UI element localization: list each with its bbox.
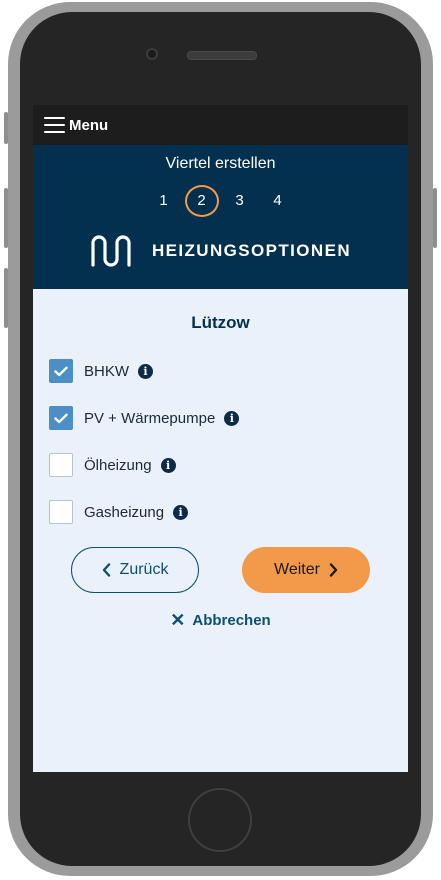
option-pv-waermepumpe: PV + Wärmepumpe i	[49, 406, 408, 430]
phone-mute-switch	[4, 112, 8, 144]
info-icon[interactable]: i	[224, 410, 240, 426]
wizard-navigation: Zurück Weiter	[33, 547, 408, 593]
phone-power-button	[433, 188, 437, 248]
step-1: 1	[159, 192, 168, 209]
close-icon: ✕	[170, 610, 186, 630]
option-label: PV + Wärmepumpe	[84, 409, 216, 427]
option-label: Ölheizung	[84, 456, 152, 474]
check-icon	[54, 413, 68, 423]
step-2-active: 2	[184, 185, 219, 217]
section-heading-text: HEIZUNGSOPTIONEN	[151, 241, 352, 260]
phone-camera	[146, 48, 158, 60]
step-4: 4	[273, 192, 282, 209]
chevron-right-icon	[329, 563, 338, 577]
app-screen: Menu Viertel erstellen 1 2 3 4 HEIZUNGSO…	[33, 105, 408, 772]
hamburger-menu-icon[interactable]	[44, 117, 65, 133]
info-icon[interactable]: i	[160, 457, 176, 473]
district-name: Lützow	[191, 313, 250, 332]
check-icon	[54, 366, 68, 376]
wizard-header: Viertel erstellen 1 2 3 4 HEIZUNGSOPTION…	[33, 145, 408, 289]
option-gasheizung: Gasheizung i	[49, 500, 408, 524]
checkbox-oelheizung[interactable]	[49, 453, 73, 477]
section-heading: HEIZUNGSOPTIONEN	[33, 235, 408, 267]
chevron-left-icon	[102, 563, 110, 577]
next-button-label: Weiter	[274, 561, 320, 578]
top-bar: Menu	[33, 105, 408, 145]
checkbox-bhkw[interactable]	[49, 359, 73, 383]
step-3: 3	[235, 192, 244, 209]
cancel-button-label: Abbrechen	[192, 611, 271, 629]
phone-volume-down	[4, 268, 8, 328]
info-icon[interactable]: i	[138, 363, 153, 379]
checkbox-pv-waermepumpe[interactable]	[49, 406, 73, 430]
info-icon[interactable]: i	[173, 504, 189, 520]
wizard-title: Viertel erstellen	[165, 155, 276, 172]
back-button-label: Zurück	[119, 561, 169, 578]
option-oelheizung: Ölheizung i	[49, 453, 408, 477]
checkbox-gasheizung[interactable]	[49, 500, 73, 524]
back-button[interactable]: Zurück	[71, 547, 199, 593]
option-label: BHKW	[84, 362, 129, 380]
phone-home-button	[188, 788, 252, 852]
heating-options-list: BHKW i PV + Wärmepumpe i Ölheizung i Gas…	[33, 359, 408, 524]
brand-wave-logo	[91, 235, 131, 267]
next-button[interactable]: Weiter	[242, 547, 370, 593]
phone-volume-up	[4, 188, 8, 248]
menu-button-label[interactable]: Menu	[69, 117, 108, 134]
phone-speaker	[187, 51, 257, 60]
main-content: Lützow BHKW i PV + Wärmepumpe i Ölheizun…	[33, 289, 408, 629]
option-label: Gasheizung	[84, 503, 165, 521]
step-indicator: 1 2 3 4	[33, 185, 408, 217]
option-bhkw: BHKW i	[49, 359, 408, 383]
cancel-button[interactable]: ✕ Abbrechen	[33, 611, 408, 629]
